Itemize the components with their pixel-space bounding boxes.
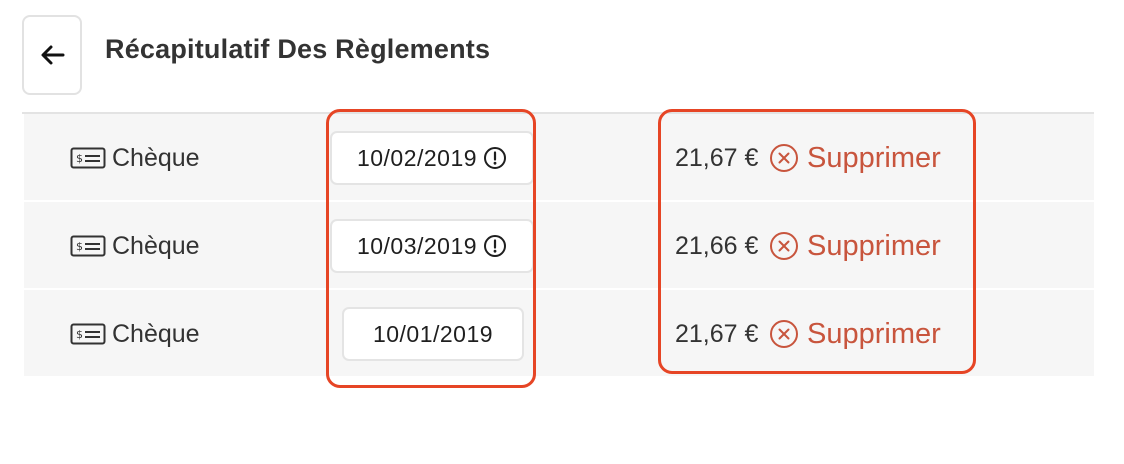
payment-method: $ Chèque <box>70 202 200 290</box>
payment-method-label: Chèque <box>112 319 200 348</box>
payment-method-label: Chèque <box>112 231 200 260</box>
delete-label: Supprimer <box>807 229 941 262</box>
payment-method-label: Chèque <box>112 143 200 172</box>
svg-text:$: $ <box>76 240 83 253</box>
page-title: Récapitulatif Des Règlements <box>105 34 491 64</box>
svg-text:$: $ <box>76 328 83 341</box>
payment-row: $ Chèque 10/03/2019 21,66 € Supprimer <box>24 202 1094 290</box>
payment-date-field[interactable]: 10/02/2019 <box>330 131 534 185</box>
payment-amount: 21,67 € <box>675 143 759 172</box>
payment-date-value: 10/03/2019 <box>356 232 478 259</box>
payment-amount: 21,66 € <box>675 231 759 260</box>
delete-button[interactable]: Supprimer <box>769 114 941 202</box>
payment-date-value: 10/02/2019 <box>356 144 478 171</box>
payments-list: $ Chèque 10/02/2019 21,67 € Supprimer $ … <box>24 114 1094 376</box>
payment-date-field[interactable]: 10/03/2019 <box>330 219 534 273</box>
payment-method: $ Chèque <box>70 290 200 378</box>
back-button[interactable] <box>22 15 82 95</box>
close-circle-icon <box>770 320 798 348</box>
close-circle-icon <box>770 232 798 260</box>
svg-text:$: $ <box>76 152 83 165</box>
payment-method: $ Chèque <box>70 114 200 202</box>
payment-row: $ Chèque 10/01/2019 21,67 € Supprimer <box>24 290 1094 376</box>
delete-label: Supprimer <box>807 141 941 174</box>
payments-summary-page: Récapitulatif Des Règlements $ Chèque 10… <box>0 0 1124 464</box>
cheque-icon: $ <box>70 323 106 345</box>
delete-label: Supprimer <box>807 317 941 350</box>
delete-button[interactable]: Supprimer <box>769 202 941 290</box>
payment-row: $ Chèque 10/02/2019 21,67 € Supprimer <box>24 114 1094 202</box>
warning-icon <box>484 147 507 169</box>
arrow-left-icon <box>41 45 65 65</box>
payment-date-value: 10/01/2019 <box>372 320 494 347</box>
close-circle-icon <box>770 144 798 172</box>
cheque-icon: $ <box>70 235 106 257</box>
payment-date-field[interactable]: 10/01/2019 <box>342 307 524 361</box>
warning-icon <box>484 235 507 257</box>
cheque-icon: $ <box>70 147 106 169</box>
delete-button[interactable]: Supprimer <box>769 290 941 378</box>
payment-amount: 21,67 € <box>675 319 759 348</box>
